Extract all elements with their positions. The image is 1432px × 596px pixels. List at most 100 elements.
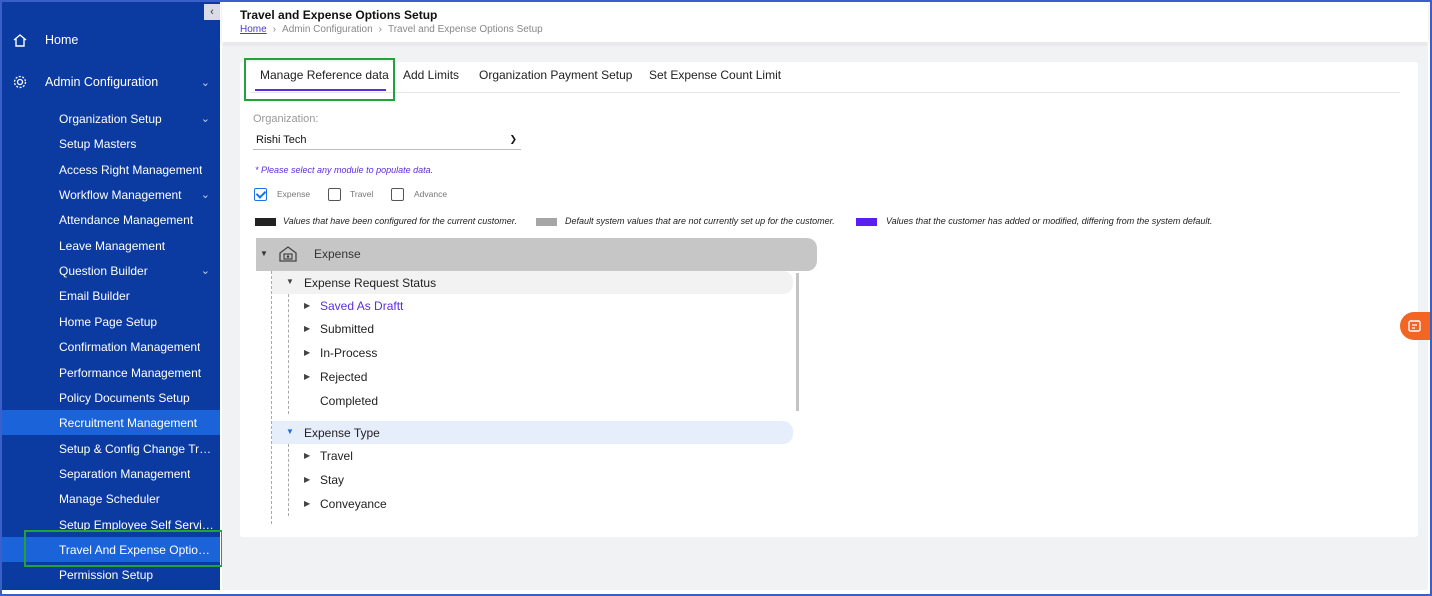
sidebar-subitem-label: Organization Setup bbox=[59, 111, 162, 126]
sidebar-subitem-label: Leave Management bbox=[59, 238, 166, 253]
gear-icon bbox=[13, 75, 27, 89]
sidebar-subitem[interactable]: Organization Setup ⌄ bbox=[2, 106, 220, 131]
caret-right-icon: ▶ bbox=[304, 451, 311, 460]
sidebar-subitem[interactable]: Setup & Config Change Trac... bbox=[2, 436, 220, 461]
sidebar-item-home[interactable]: Home bbox=[2, 22, 220, 58]
sidebar-item-label: Admin Configuration bbox=[45, 75, 159, 89]
highlight-box bbox=[244, 58, 395, 101]
travel-checkbox-label: Travel bbox=[350, 189, 374, 199]
sidebar-subitem-label: Setup Masters bbox=[59, 136, 137, 151]
sidebar-subitem-label: Policy Documents Setup bbox=[59, 390, 190, 405]
sidebar-subitem-label: Email Builder bbox=[59, 288, 130, 303]
collapse-sidebar-button[interactable]: ‹ bbox=[204, 4, 220, 20]
tree-group-expense-request-status[interactable]: ▼ Expense Request Status bbox=[272, 271, 793, 294]
sidebar-subitem[interactable]: Email Builder bbox=[2, 283, 220, 308]
sidebar-subitem[interactable]: Recruitment Management bbox=[2, 410, 220, 435]
sidebar-subitem-label: Separation Management bbox=[59, 466, 191, 481]
legend-swatch-default bbox=[536, 218, 557, 226]
caret-right-icon: ▶ bbox=[304, 348, 311, 357]
tree-group-expense-type[interactable]: ▼ Expense Type bbox=[272, 421, 793, 444]
tree-group-label: Expense Request Status bbox=[304, 276, 437, 290]
expense-checkbox-label: Expense bbox=[277, 189, 311, 199]
tab-organization-payment-setup[interactable]: Organization Payment Setup bbox=[479, 68, 632, 82]
tabs-divider bbox=[250, 92, 1400, 93]
sidebar-subitem[interactable]: Performance Management bbox=[2, 360, 220, 385]
caret-right-icon: ▶ bbox=[304, 301, 311, 310]
sidebar-subitem[interactable]: Question Builder ⌄ bbox=[2, 258, 220, 283]
organization-value: Rishi Tech bbox=[256, 134, 307, 146]
caret-right-icon: ▶ bbox=[304, 499, 311, 508]
breadcrumb-item[interactable]: Admin Configuration bbox=[282, 24, 373, 35]
sidebar-subitem-label: Question Builder bbox=[59, 263, 148, 278]
sidebar-subitem[interactable]: Workflow Management ⌄ bbox=[2, 182, 220, 207]
expense-checkbox[interactable] bbox=[254, 188, 267, 201]
sidebar-subitem-label: Performance Management bbox=[59, 365, 202, 380]
advance-checkbox-label: Advance bbox=[414, 189, 448, 199]
page-title: Travel and Expense Options Setup bbox=[240, 8, 438, 22]
sidebar-subitem-label: Home Page Setup bbox=[59, 314, 158, 329]
legend-swatch-configured bbox=[255, 218, 276, 226]
tree-guide-line bbox=[288, 444, 289, 516]
tree-item-label: Stay bbox=[320, 473, 345, 487]
breadcrumb-separator: › bbox=[378, 24, 382, 35]
chevron-down-icon: ⌄ bbox=[200, 76, 210, 89]
sidebar-item-label: Home bbox=[45, 33, 79, 47]
sidebar-subitem[interactable]: Home Page Setup bbox=[2, 309, 220, 334]
travel-checkbox[interactable] bbox=[328, 188, 341, 201]
sidebar-subitem[interactable]: Confirmation Management bbox=[2, 334, 220, 359]
tree-item-label: Completed bbox=[320, 394, 379, 408]
breadcrumb-separator: › bbox=[272, 24, 277, 35]
tree-item-label: In-Process bbox=[320, 346, 378, 360]
legend-swatch-custom bbox=[856, 218, 877, 226]
tree-scrollbar[interactable] bbox=[796, 273, 799, 411]
tab-set-expense-count-limit[interactable]: Set Expense Count Limit bbox=[649, 68, 781, 82]
sidebar-subitem-label: Permission Setup bbox=[59, 567, 154, 582]
tree-root-expense[interactable]: ▼ Expense bbox=[256, 238, 817, 271]
breadcrumb-home-link[interactable]: Home bbox=[240, 24, 267, 35]
breadcrumb-item: Travel and Expense Options Setup bbox=[387, 24, 543, 35]
sidebar-subitem-label: Workflow Management bbox=[59, 187, 182, 202]
tree-item-label: Rejected bbox=[320, 370, 368, 384]
legend-text-custom: Values that the customer has added or mo… bbox=[886, 216, 1213, 226]
breadcrumb: Home › Admin Configuration › Travel and … bbox=[240, 24, 543, 35]
home-icon bbox=[13, 34, 27, 47]
sidebar-subitem[interactable]: Leave Management bbox=[2, 233, 220, 258]
sidebar: ‹ Home Admin Configuration ⌄ Organizatio… bbox=[2, 2, 220, 590]
sidebar-subitem[interactable]: Attendance Management bbox=[2, 207, 220, 232]
chevron-down-icon: ⌄ bbox=[200, 113, 210, 125]
sidebar-subitem-label: Recruitment Management bbox=[59, 415, 198, 430]
module-note: * Please select any module to populate d… bbox=[255, 165, 434, 175]
sidebar-subitem-label: Setup & Config Change Trac... bbox=[59, 441, 214, 456]
sidebar-subitem-label: Manage Scheduler bbox=[59, 491, 160, 506]
sidebar-subitem-label: Attendance Management bbox=[59, 212, 194, 227]
feedback-button[interactable] bbox=[1400, 312, 1430, 340]
caret-down-icon: ▼ bbox=[286, 277, 294, 286]
caret-right-icon: ▶ bbox=[304, 324, 311, 333]
feedback-icon bbox=[1408, 320, 1421, 332]
tree-root-label: Expense bbox=[314, 247, 361, 261]
tree-item-label: Travel bbox=[320, 449, 353, 463]
caret-right-icon: ▶ bbox=[304, 475, 311, 484]
sidebar-subitem-label: Confirmation Management bbox=[59, 339, 201, 354]
chevron-down-icon: ❯ bbox=[509, 134, 517, 144]
sidebar-subitem[interactable]: Manage Scheduler bbox=[2, 486, 220, 511]
sidebar-item-admin-configuration[interactable]: Admin Configuration ⌄ bbox=[2, 64, 220, 100]
organization-select[interactable]: Rishi Tech ❯ bbox=[253, 130, 521, 150]
highlight-box bbox=[24, 530, 223, 567]
expense-icon bbox=[279, 246, 297, 262]
sidebar-subitem[interactable]: Access Right Management bbox=[2, 157, 220, 182]
legend-text-configured: Values that have been configured for the… bbox=[283, 216, 517, 226]
tab-add-limits[interactable]: Add Limits bbox=[403, 68, 459, 82]
organization-label: Organization: bbox=[253, 113, 319, 125]
legend-text-default: Default system values that are not curre… bbox=[565, 216, 835, 226]
caret-right-icon: ▶ bbox=[304, 372, 311, 381]
sidebar-subitem[interactable]: Setup Masters bbox=[2, 131, 220, 156]
chevron-down-icon: ⌄ bbox=[200, 265, 210, 277]
caret-down-icon: ▼ bbox=[286, 427, 294, 436]
sidebar-subitem-label: Access Right Management bbox=[59, 162, 203, 177]
caret-down-icon: ▼ bbox=[260, 249, 268, 258]
sidebar-subitem[interactable]: Policy Documents Setup bbox=[2, 385, 220, 410]
advance-checkbox[interactable] bbox=[391, 188, 404, 201]
sidebar-subitem[interactable]: Separation Management bbox=[2, 461, 220, 486]
tree-item-label: Submitted bbox=[320, 322, 375, 336]
